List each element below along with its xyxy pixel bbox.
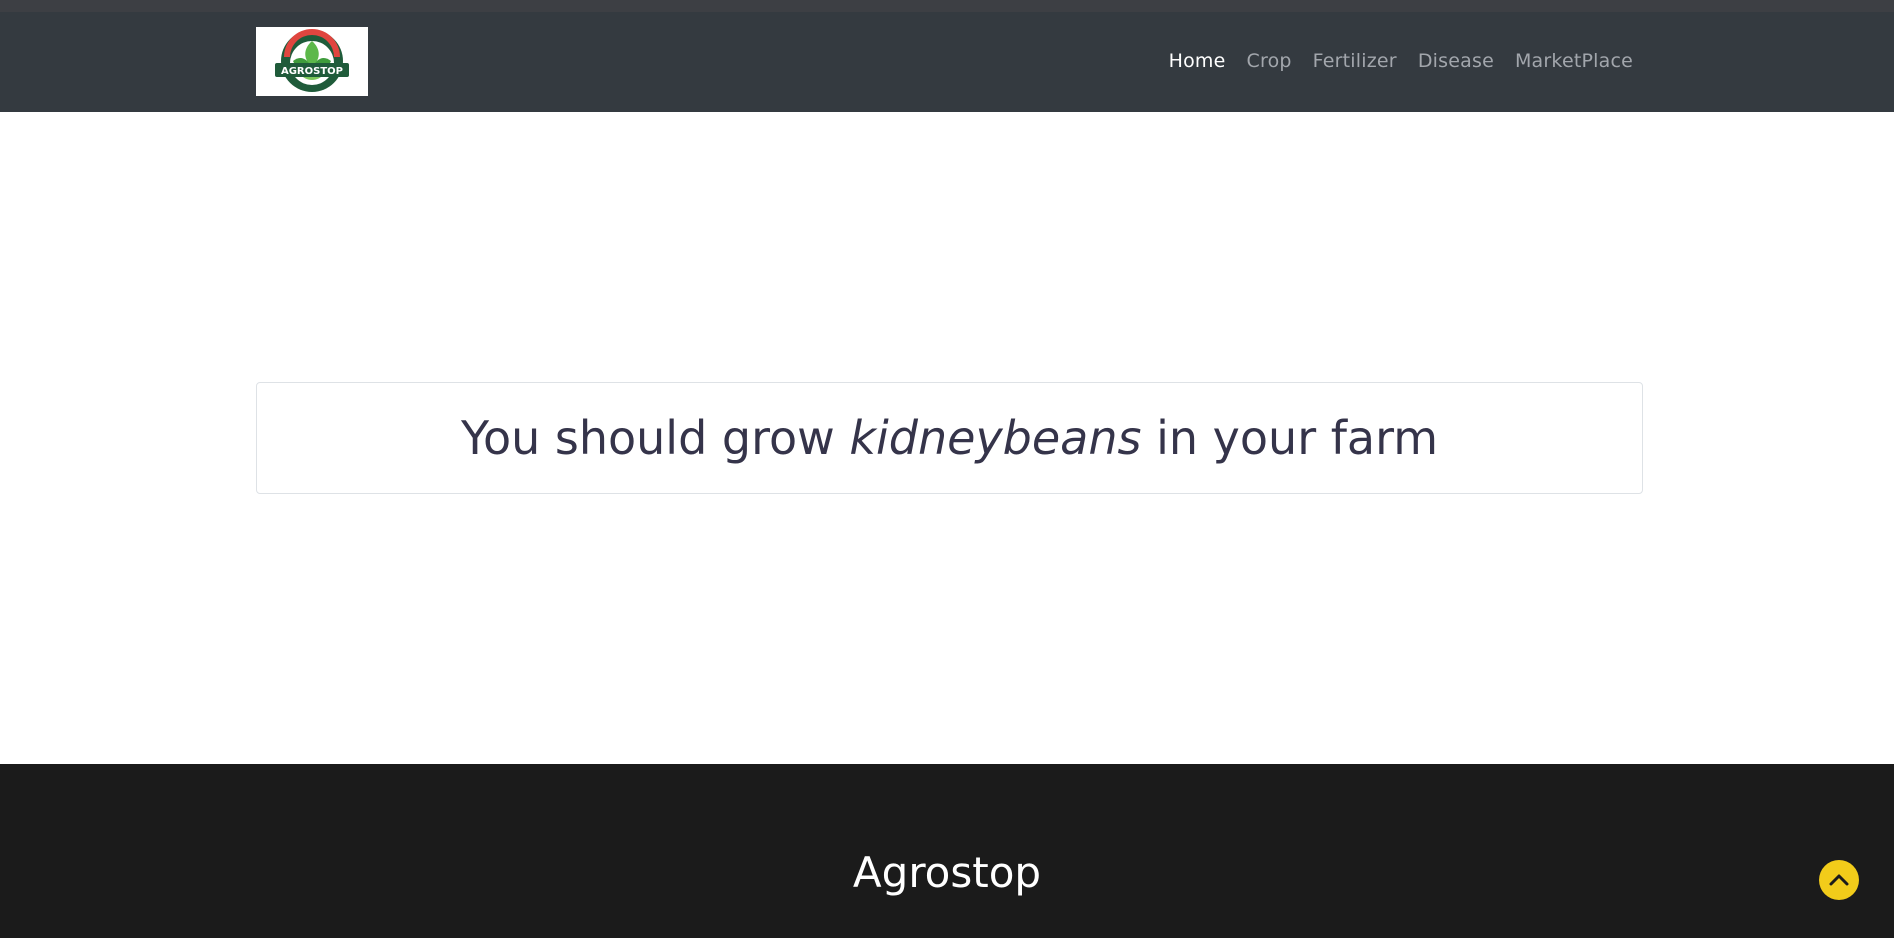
footer-title: Agrostop xyxy=(852,848,1042,897)
result-suffix: in your farm xyxy=(1141,411,1439,465)
logo-text: AGROSTOP xyxy=(281,66,343,77)
navbar: AGROSTOP Home Crop Fertilizer Disease Ma… xyxy=(0,0,1894,112)
recommended-crop: kidneybeans xyxy=(849,411,1142,465)
back-to-top-button[interactable] xyxy=(1819,860,1859,900)
result-message: You should grow kidneybeans in your farm xyxy=(461,411,1438,465)
main-nav: Home Crop Fertilizer Disease MarketPlace xyxy=(1169,50,1633,72)
nav-marketplace[interactable]: MarketPlace xyxy=(1515,50,1633,72)
nav-crop[interactable]: Crop xyxy=(1247,50,1292,72)
chevron-up-icon xyxy=(1829,874,1849,886)
agrostop-logo[interactable]: AGROSTOP xyxy=(256,27,368,96)
nav-disease[interactable]: Disease xyxy=(1418,50,1494,72)
footer: Agrostop xyxy=(0,764,1894,938)
agrostop-logo-icon: AGROSTOP xyxy=(275,29,349,92)
nav-fertilizer[interactable]: Fertilizer xyxy=(1313,50,1397,72)
result-prefix: You should grow xyxy=(460,411,850,465)
nav-home[interactable]: Home xyxy=(1169,50,1226,72)
result-card: You should grow kidneybeans in your farm xyxy=(256,382,1643,494)
